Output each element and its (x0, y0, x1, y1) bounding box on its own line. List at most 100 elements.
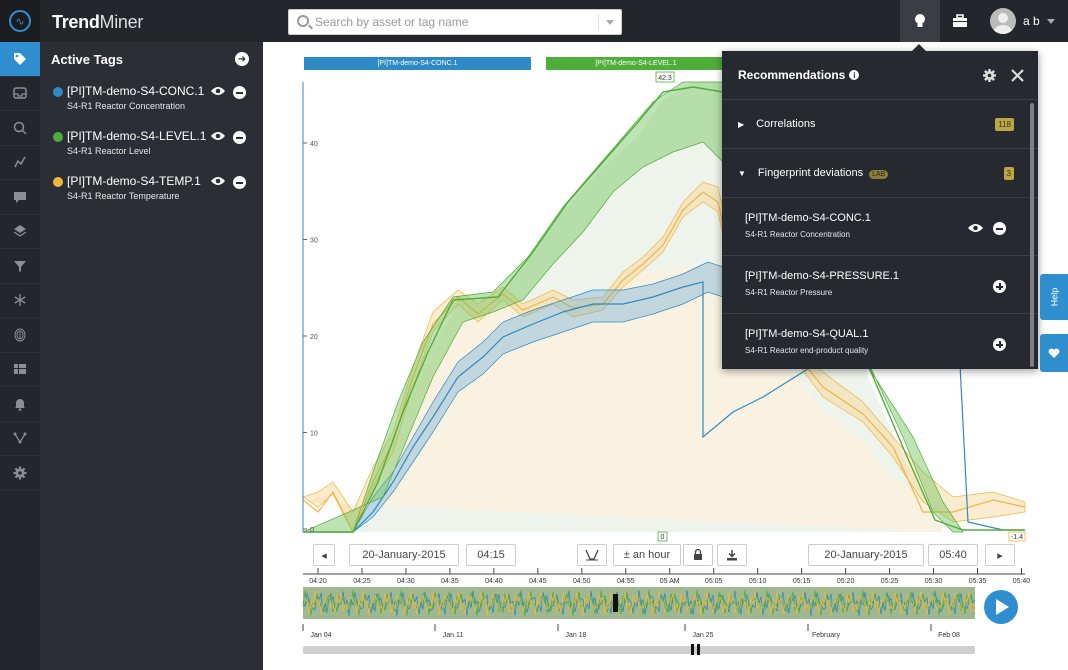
active-tag-row[interactable]: [PI]TM-demo-S4-CONC.1 S4-R1 Reactor Conc… (40, 76, 263, 121)
fingerprint-count-badge: 3 (1003, 166, 1014, 180)
filter-icon[interactable] (0, 249, 40, 284)
remove-tag-icon[interactable] (233, 86, 246, 99)
inbox-icon[interactable] (0, 77, 40, 111)
lock-button[interactable] (683, 544, 713, 566)
end-date-field[interactable]: 20-January-2015 (808, 544, 924, 566)
start-time-field[interactable]: 04:15 (466, 544, 516, 566)
range-selector[interactable]: ± an hour (613, 544, 681, 566)
zero-label: 0 (661, 534, 665, 541)
time-tick-label: 05:10 (749, 578, 767, 585)
snowflake-icon[interactable] (0, 284, 40, 318)
top-bar: ∿ TrendMiner a b (0, 0, 1068, 42)
chevron-down-icon: ▼ (738, 168, 746, 178)
recommended-tag-row[interactable]: [PI]TM-demo-S4-CONC.1 S4-R1 Reactor Conc… (722, 197, 1038, 255)
overview-tick-label: Jan 25 (692, 632, 713, 639)
recommended-tag-row[interactable]: [PI]TM-demo-S4-QUAL.1 S4-R1 Reactor end-… (722, 313, 1038, 371)
recommended-tag-name: [PI]TM-demo-S4-CONC.1 (745, 212, 871, 224)
briefcase-icon (953, 14, 967, 27)
eye-icon[interactable] (967, 222, 984, 234)
time-tick-label: 05:40 (1013, 578, 1031, 585)
logo-icon[interactable]: ∿ (0, 0, 40, 42)
recommendations-button[interactable] (900, 0, 940, 42)
zero-marker: 0 (657, 531, 668, 542)
time-tick-label: 05 AM (660, 578, 680, 585)
time-tick-label: 04:55 (617, 578, 635, 585)
toolbox-button[interactable] (940, 0, 980, 42)
time-tick-label: 04:20 (309, 578, 327, 585)
fingerprint-label: Fingerprint deviations (757, 167, 864, 179)
eye-icon[interactable] (210, 175, 226, 187)
download-button[interactable] (717, 544, 747, 566)
end-time-field[interactable]: 05:40 (928, 544, 978, 566)
remove-tag-icon[interactable] (993, 222, 1006, 235)
scatter-icon[interactable] (0, 146, 40, 180)
remove-tag-icon[interactable] (233, 131, 246, 144)
add-tag-icon[interactable] (993, 338, 1006, 351)
active-tag-row[interactable]: [PI]TM-demo-S4-LEVEL.1 S4-R1 Reactor Lev… (40, 121, 263, 166)
y-tick-label: 30 (310, 238, 318, 245)
close-icon[interactable] (1011, 68, 1024, 82)
icon-rail (0, 42, 40, 670)
y-tick-label: 40 (310, 141, 318, 148)
active-tags-title: Active Tags (51, 51, 124, 67)
user-menu[interactable]: a b (990, 8, 1055, 34)
brand-logo[interactable]: TrendMiner (52, 12, 143, 33)
recommended-tag-row[interactable]: [PI]TM-demo-S4-PRESSURE.1 S4-R1 Reactor … (722, 255, 1038, 313)
time-tick-label: 04:40 (485, 578, 503, 585)
time-tick-label: 05:15 (793, 578, 811, 585)
time-tick-label: 04:30 (397, 578, 415, 585)
bell-icon[interactable] (0, 387, 40, 422)
tag-color-dot (53, 177, 63, 187)
scroll-handle-right[interactable] (697, 644, 700, 655)
time-tick-label: 05:05 (705, 578, 723, 585)
comment-icon[interactable] (0, 180, 40, 215)
remove-tag-icon[interactable] (233, 176, 246, 189)
level-max-label: 42.3 (658, 75, 672, 82)
network-icon[interactable] (0, 422, 40, 456)
active-tag-row[interactable]: [PI]TM-demo-S4-TEMP.1 S4-R1 Reactor Temp… (40, 166, 263, 211)
arrow-right-icon[interactable]: ➜ (235, 52, 249, 66)
tag-description: S4-R1 Reactor Level (67, 146, 151, 156)
fingerprint-icon[interactable] (0, 318, 40, 353)
panel-scrollbar[interactable] (1030, 103, 1034, 367)
lab-badge: LAB (869, 170, 889, 179)
search-icon (297, 15, 309, 27)
add-tag-icon[interactable] (993, 280, 1006, 293)
start-date-field[interactable]: 20-January-2015 (349, 544, 459, 566)
curve-icon[interactable] (577, 544, 607, 566)
search-icon[interactable] (0, 111, 40, 146)
heart-icon[interactable] (1040, 334, 1068, 372)
overview-tick-label: February (812, 632, 841, 639)
fingerprint-section[interactable]: ▼ Fingerprint deviations LAB 3 (722, 148, 1038, 197)
overview-scrollbar[interactable] (303, 646, 975, 654)
correlations-section[interactable]: ▶ Correlations 118 (722, 99, 1038, 148)
overview-tick-label: Jan 11 (443, 632, 464, 639)
dashboard-icon[interactable] (0, 353, 40, 387)
prev-button[interactable]: ◂ (313, 544, 335, 566)
download-icon (727, 550, 737, 561)
eye-icon[interactable] (210, 85, 226, 97)
y-tick-label: 20 (310, 334, 318, 341)
avatar (990, 8, 1016, 34)
overview-tick-label: Jan 18 (565, 632, 586, 639)
info-icon[interactable]: i (849, 70, 860, 80)
chevron-right-icon: ▶ (738, 119, 745, 129)
eye-icon[interactable] (210, 130, 226, 142)
next-button[interactable]: ▸ (985, 544, 1015, 566)
layers-icon[interactable] (0, 215, 40, 249)
chevron-down-icon[interactable] (606, 20, 614, 25)
search-input[interactable] (315, 13, 595, 31)
level-max-marker: 42.3 (655, 71, 675, 83)
tag-icon[interactable] (0, 42, 40, 77)
scroll-handle-left[interactable] (691, 644, 694, 655)
help-tab[interactable]: Help (1040, 274, 1068, 320)
time-tick-label: 05:30 (925, 578, 943, 585)
chevron-down-icon (1046, 18, 1055, 24)
search-box[interactable] (288, 9, 622, 35)
gear-icon[interactable] (982, 68, 997, 83)
gear-icon[interactable] (0, 456, 40, 491)
overview-cursor[interactable] (613, 594, 618, 612)
user-initials: a b (1023, 14, 1040, 28)
time-tick-label: 05:20 (837, 578, 855, 585)
tag-name: [PI]TM-demo-S4-CONC.1 (67, 84, 205, 98)
